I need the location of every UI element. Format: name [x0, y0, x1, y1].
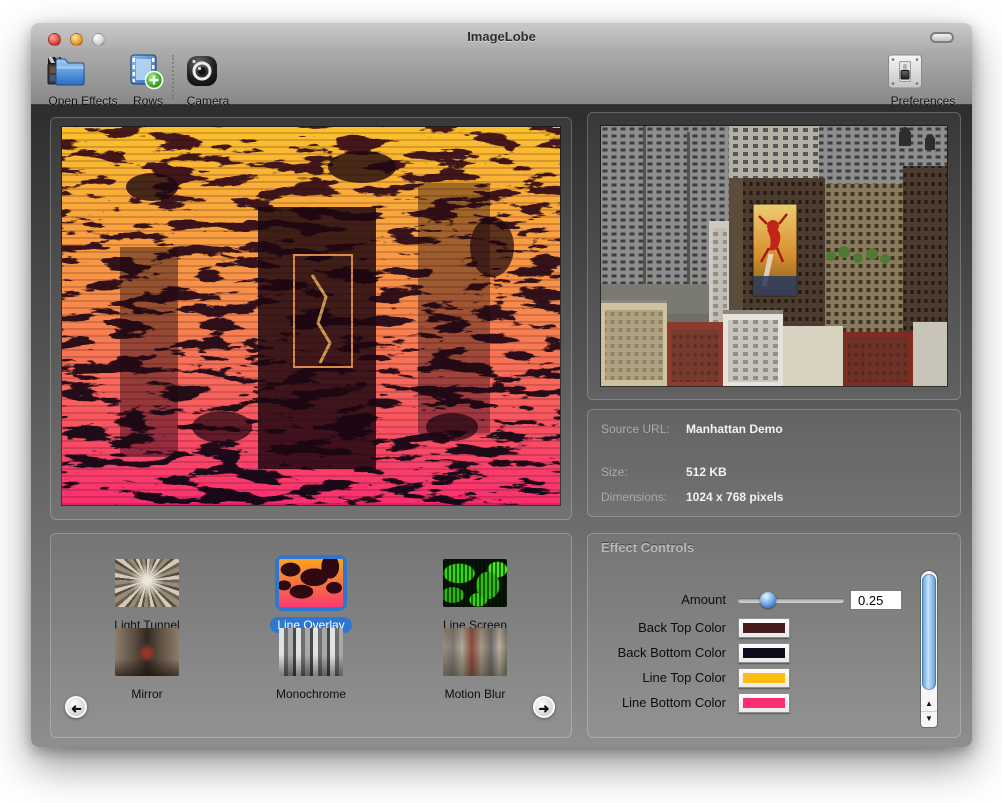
next-effects-button[interactable]: ➜ — [533, 696, 555, 718]
effects-browser-panel: Light Tunnel Line Overlay Line Screen Mi… — [50, 533, 572, 738]
effect-label: Monochrome — [269, 686, 353, 702]
line-bottom-color-well[interactable] — [738, 693, 790, 713]
line-bottom-color-label: Line Bottom Color — [588, 692, 726, 714]
zoom-button[interactable] — [92, 33, 105, 46]
info-row-size: Size: 512 KB — [588, 465, 960, 481]
camera-button[interactable]: Camera — [183, 53, 233, 110]
source-image — [601, 126, 947, 386]
previous-effects-button[interactable]: ➜ — [65, 696, 87, 718]
dimensions-label: Dimensions: — [601, 490, 667, 504]
dimensions-value: 1024 x 768 pixels — [686, 490, 783, 504]
line-top-color-row: Line Top Color — [588, 667, 960, 689]
effect-controls-panel: Effect Controls Amount Back Top Color Ba… — [587, 533, 961, 738]
effect-item-line-screen[interactable]: Line Screen — [417, 555, 533, 634]
effect-item-line-overlay[interactable]: Line Overlay — [253, 555, 369, 634]
amount-row: Amount — [588, 589, 960, 611]
source-url-value: Manhattan Demo — [686, 422, 783, 436]
triangle-down-icon: ▼ — [925, 714, 933, 723]
preview-panel — [50, 117, 572, 520]
scroll-up-button[interactable]: ▲ — [921, 697, 937, 711]
back-bottom-color-label: Back Bottom Color — [588, 642, 726, 664]
light-tunnel-thumbnail[interactable] — [115, 559, 179, 607]
line-top-color-well[interactable] — [738, 668, 790, 688]
camera-icon — [183, 53, 233, 91]
effects-folder-icon — [43, 53, 123, 91]
back-top-color-chip — [743, 623, 785, 633]
back-bottom-color-row: Back Bottom Color — [588, 642, 960, 664]
preferences-button[interactable]: Preferences — [886, 53, 960, 110]
arrow-left-icon: ➜ — [71, 698, 82, 720]
film-rows-add-icon — [127, 53, 169, 91]
close-button[interactable] — [48, 33, 61, 46]
scrollbar-thumb[interactable] — [922, 574, 936, 690]
triangle-up-icon: ▲ — [925, 699, 933, 708]
info-row-source-url: Source URL: Manhattan Demo — [588, 422, 960, 438]
line-top-color-label: Line Top Color — [588, 667, 726, 689]
effect-item-monochrome[interactable]: Monochrome — [253, 624, 369, 703]
back-bottom-color-chip — [743, 648, 785, 658]
amount-slider[interactable] — [738, 598, 844, 603]
effect-item-light-tunnel[interactable]: Light Tunnel — [89, 555, 205, 634]
app-window: ImageLobe — [31, 23, 972, 747]
effect-label: Motion Blur — [438, 686, 513, 702]
title-bar[interactable]: ImageLobe — [31, 23, 972, 50]
monochrome-thumbnail[interactable] — [279, 628, 343, 676]
info-panel: Source URL: Manhattan Demo Size: 512 KB … — [587, 409, 961, 517]
back-top-color-row: Back Top Color — [588, 617, 960, 639]
source-url-label: Source URL: — [601, 422, 670, 436]
size-value: 512 KB — [686, 465, 727, 479]
controls-scrollbar[interactable]: ▲ ▼ — [921, 571, 937, 727]
line-top-color-chip — [743, 673, 785, 683]
scroll-down-button[interactable]: ▼ — [921, 711, 937, 725]
window-title: ImageLobe — [31, 23, 972, 50]
amount-slider-knob[interactable] — [760, 592, 776, 608]
effect-item-motion-blur[interactable]: Motion Blur — [417, 624, 533, 703]
amount-label: Amount — [588, 589, 726, 611]
line-bottom-color-chip — [743, 698, 785, 708]
size-label: Size: — [601, 465, 628, 479]
toolbar-separator — [172, 55, 174, 99]
source-panel — [587, 112, 961, 400]
mirror-thumbnail[interactable] — [115, 628, 179, 676]
effect-controls-title: Effect Controls — [601, 540, 694, 555]
info-row-dimensions: Dimensions: 1024 x 768 pixels — [588, 490, 960, 506]
line-overlay-thumbnail[interactable] — [279, 559, 343, 607]
arrow-right-icon: ➜ — [539, 701, 550, 716]
toolbar-toggle-pill-button[interactable] — [930, 32, 954, 43]
rows-button[interactable]: Rows — [127, 53, 169, 110]
toolbar: Open Effects — [31, 50, 972, 105]
light-switch-icon — [886, 53, 960, 91]
effect-label: Mirror — [124, 686, 169, 702]
effect-item-mirror[interactable]: Mirror — [89, 624, 205, 703]
amount-input[interactable] — [850, 590, 902, 610]
content-area: Source URL: Manhattan Demo Size: 512 KB … — [31, 105, 972, 747]
back-bottom-color-well[interactable] — [738, 643, 790, 663]
back-top-color-well[interactable] — [738, 618, 790, 638]
motion-blur-thumbnail[interactable] — [443, 628, 507, 676]
line-bottom-color-row: Line Bottom Color — [588, 692, 960, 714]
back-top-color-label: Back Top Color — [588, 617, 726, 639]
minimize-button[interactable] — [70, 33, 83, 46]
desktop: { "window": { "title": "ImageLobe" }, "t… — [0, 0, 1002, 803]
open-effects-button[interactable]: Open Effects — [43, 53, 123, 110]
effect-preview-image — [62, 127, 560, 505]
line-screen-thumbnail[interactable] — [443, 559, 507, 607]
